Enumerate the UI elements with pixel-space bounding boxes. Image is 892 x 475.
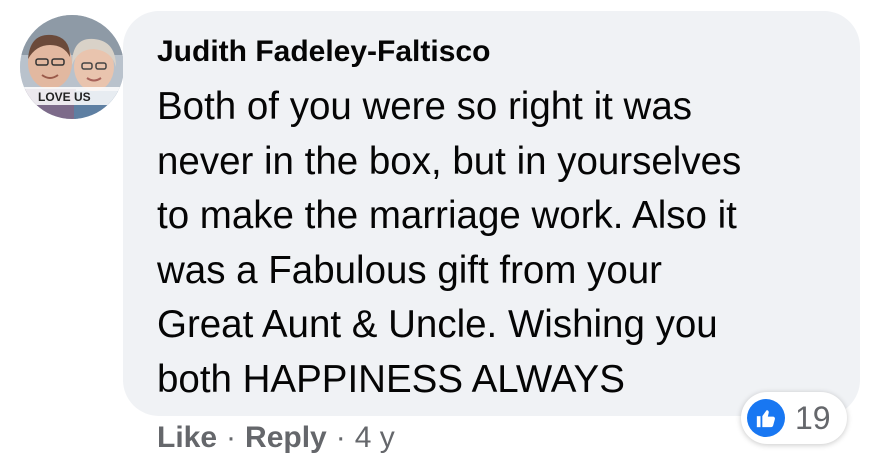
comment-line: never in the box, but in yourselves: [157, 139, 742, 183]
comment-line: Both of you were so right it was: [157, 85, 692, 128]
comment-line: to make the marriage work. Also it: [157, 194, 737, 237]
separator: ·: [226, 421, 237, 454]
author-name[interactable]: Judith Fadeley-Faltisco: [157, 35, 490, 69]
thumbs-up-icon: [747, 399, 785, 437]
avatar[interactable]: LOVE US: [20, 15, 124, 119]
comment-age[interactable]: 4 y: [355, 421, 395, 455]
comment-actions: Like · Reply · 4 y: [157, 421, 395, 455]
comment-line: was a Fabulous gift from your: [157, 248, 662, 292]
comment-line: both HAPPINESS ALWAYS: [157, 357, 625, 401]
separator: ·: [335, 421, 346, 454]
reactions-badge[interactable]: 19: [741, 392, 847, 444]
reply-button[interactable]: Reply: [245, 421, 327, 455]
avatar-photo: LOVE US: [20, 15, 124, 119]
comment-container: LOVE US Judith Fadeley-Faltisco Both of …: [0, 0, 892, 475]
comment-line: Great Aunt & Uncle. Wishing you: [157, 303, 718, 346]
avatar-caption: LOVE US: [38, 90, 91, 104]
like-button[interactable]: Like: [157, 421, 217, 455]
comment-text: Both of you were so right it was never i…: [157, 80, 837, 407]
reaction-count: 19: [795, 399, 831, 436]
